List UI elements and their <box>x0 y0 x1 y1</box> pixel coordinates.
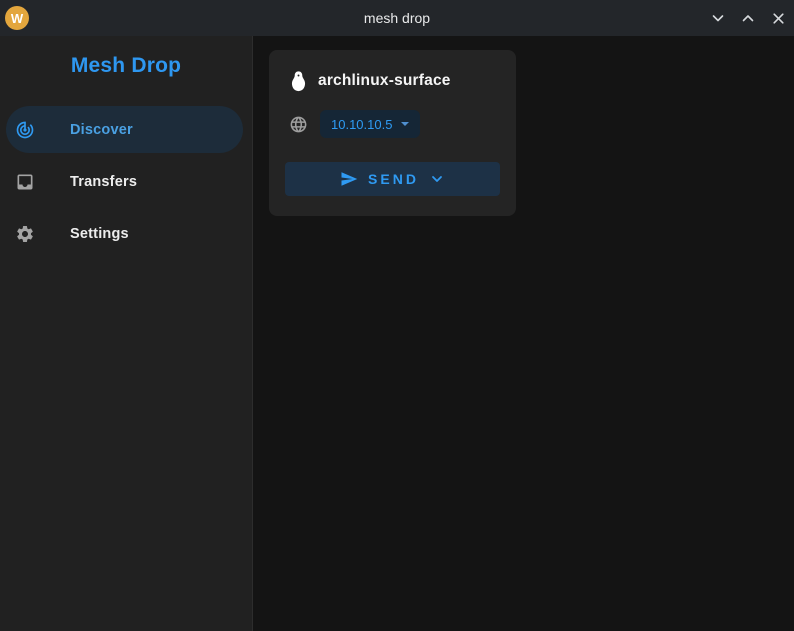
chevron-down-icon <box>710 10 726 26</box>
minimize-button[interactable] <box>706 6 730 30</box>
globe-icon <box>285 111 311 137</box>
caret-down-icon <box>401 122 409 126</box>
app-logo-letter: W <box>11 11 23 26</box>
radar-discover-icon <box>15 120 35 140</box>
sidebar-item-label: Transfers <box>70 174 137 190</box>
sidebar-item-discover[interactable]: Discover <box>6 106 243 153</box>
sidebar-item-settings[interactable]: Settings <box>6 210 243 257</box>
sidebar: Mesh Drop Discover Transfers <box>0 36 253 631</box>
sidebar-item-transfers[interactable]: Transfers <box>6 158 243 205</box>
window-controls <box>706 6 794 30</box>
app-title: Mesh Drop <box>0 52 252 80</box>
close-icon <box>771 11 786 26</box>
sidebar-item-label: Discover <box>70 122 133 138</box>
ip-address-value: 10.10.10.5 <box>331 117 392 132</box>
device-send-row: SEND <box>285 162 500 196</box>
device-header-row: archlinux-surface <box>285 68 500 94</box>
app-logo-icon: W <box>5 6 29 30</box>
device-card: archlinux-surface 10.10.10.5 <box>269 50 516 216</box>
close-button[interactable] <box>766 6 790 30</box>
window-title: mesh drop <box>0 10 794 26</box>
send-options-chevron-icon[interactable] <box>429 171 445 187</box>
maximize-button[interactable] <box>736 6 760 30</box>
window-content: Mesh Drop Discover Transfers <box>0 36 794 631</box>
device-address-row: 10.10.10.5 <box>285 110 500 138</box>
send-plane-icon <box>340 170 358 188</box>
gear-icon <box>15 224 35 244</box>
chevron-up-icon <box>740 10 756 26</box>
inbox-icon <box>15 172 35 192</box>
main-area: archlinux-surface 10.10.10.5 <box>253 36 794 631</box>
linux-penguin-icon <box>285 68 311 94</box>
titlebar: W mesh drop <box>0 0 794 36</box>
ip-address-dropdown[interactable]: 10.10.10.5 <box>320 110 420 138</box>
send-button-label: SEND <box>368 171 419 187</box>
sidebar-nav: Discover Transfers Settings <box>0 106 252 257</box>
app-window: W mesh drop Mesh Drop <box>0 0 794 631</box>
send-button[interactable]: SEND <box>285 162 500 196</box>
sidebar-item-label: Settings <box>70 226 129 242</box>
device-name: archlinux-surface <box>318 72 451 90</box>
